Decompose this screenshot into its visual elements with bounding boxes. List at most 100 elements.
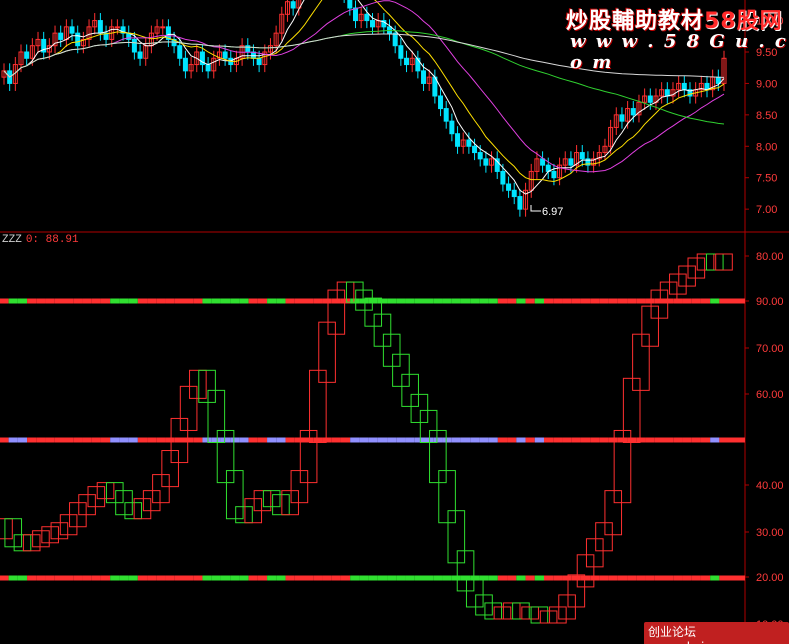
reference-line-60-segment: [377, 437, 388, 443]
reference-line-20-segment: [673, 575, 683, 581]
oscillator-step-box: [318, 321, 336, 383]
reference-line-20-segment: [627, 575, 637, 581]
reference-line-90-segment: [27, 298, 37, 304]
reference-line-60-segment: [562, 437, 572, 443]
oscillator-step-box: [253, 490, 272, 512]
reference-line-60-segment: [64, 437, 74, 443]
reference-line-60-segment: [470, 437, 480, 443]
candle-body: [69, 26, 75, 34]
oscillator-step-box: [530, 606, 549, 624]
oscillator-step-box: [678, 265, 696, 287]
reference-line-20-segment: [664, 575, 674, 581]
reference-line-20-segment: [147, 575, 157, 581]
oscillator-step-box: [13, 534, 32, 552]
reference-line-90-segment: [211, 298, 221, 304]
indicator-name: ZZZ: [2, 234, 22, 246]
osc-tick-label: 20.00: [756, 572, 784, 584]
reference-line-20-segment: [636, 575, 646, 581]
reference-line-60-segment: [147, 437, 157, 443]
reference-line-90-segment: [82, 298, 92, 304]
reference-line-20-segment: [257, 575, 268, 581]
reference-line-90-segment: [285, 298, 295, 304]
reference-line-20-segment: [322, 575, 332, 581]
reference-line-90-segment: [682, 298, 692, 304]
price-tick-label: 8.50: [756, 110, 777, 122]
oscillator-step-box: [87, 486, 106, 508]
reference-line-90-segment: [710, 298, 720, 304]
oscillator-step-box: [152, 474, 170, 504]
reference-line-60-segment: [294, 437, 304, 443]
reference-line-20-segment: [451, 575, 461, 581]
reference-line-20-segment: [54, 575, 64, 581]
low-label: 6.97: [542, 206, 563, 218]
reference-line-90-segment: [276, 298, 286, 304]
reference-line-60-segment: [304, 437, 314, 443]
reference-line-90-segment: [590, 298, 600, 304]
oscillator-step-box: [179, 385, 198, 431]
oscillator-step-box: [595, 522, 613, 552]
reference-line-90-segment: [174, 298, 184, 304]
reference-line-90-segment: [525, 298, 535, 304]
reference-line-60-segment: [488, 437, 498, 443]
reference-line-20-segment: [137, 575, 148, 581]
reference-line-20-segment: [442, 575, 452, 581]
price-tick-label: 7.50: [756, 173, 777, 185]
oscillator-step-box: [410, 393, 429, 423]
oscillator-step-box: [650, 289, 669, 319]
reference-line-60-segment: [0, 437, 9, 443]
reference-line-20-segment: [276, 575, 286, 581]
oscillator-step-box: [207, 389, 226, 444]
oscillator-step-box: [198, 369, 216, 403]
oscillator-step-box: [392, 353, 410, 387]
reference-line-60-segment: [682, 437, 692, 443]
oscillator-step-box: [705, 253, 724, 271]
reference-line-20-segment: [544, 575, 554, 581]
oscillator-step-box: [235, 506, 253, 524]
reference-line-90-segment: [673, 298, 683, 304]
reference-line-60-segment: [137, 437, 148, 443]
reference-line-20-segment: [590, 575, 600, 581]
reference-line-60-segment: [396, 437, 406, 443]
reference-line-90-segment: [460, 298, 471, 304]
oscillator-step-box: [133, 498, 152, 520]
candle-body: [647, 95, 653, 103]
reference-line-60-segment: [156, 437, 166, 443]
reference-line-20-segment: [719, 575, 745, 581]
oscillator-step-box: [465, 578, 484, 608]
oscillator-step-box: [687, 257, 706, 279]
reference-line-60-segment: [8, 437, 18, 443]
reference-line-90-segment: [488, 298, 498, 304]
reference-line-20-segment: [396, 575, 406, 581]
reference-line-60-segment: [553, 437, 563, 443]
reference-line-60-segment: [313, 437, 323, 443]
reference-line-60-segment: [534, 437, 544, 443]
reference-line-60-segment: [110, 437, 120, 443]
reference-line-60-segment: [73, 437, 83, 443]
reference-line-60-segment: [128, 437, 138, 443]
reference-line-90-segment: [54, 298, 64, 304]
reference-line-60-segment: [599, 437, 609, 443]
reference-line-90-segment: [414, 298, 424, 304]
reference-line-90-segment: [147, 298, 157, 304]
candle-body: [370, 20, 376, 28]
candle-body: [256, 57, 262, 66]
reference-line-20-segment: [460, 575, 471, 581]
reference-line-90-segment: [654, 298, 664, 304]
oscillator-step-box: [309, 369, 327, 444]
oscillator-step-box: [382, 333, 401, 367]
oscillator-step-box: [502, 602, 521, 620]
reference-line-60-segment: [627, 437, 637, 443]
reference-line-20-segment: [91, 575, 101, 581]
reference-line-90-segment: [627, 298, 637, 304]
reference-line-90-segment: [267, 298, 277, 304]
oscillator-step-box: [373, 313, 392, 347]
reference-line-90-segment: [350, 298, 360, 304]
reference-line-90-segment: [128, 298, 138, 304]
reference-line-60-segment: [82, 437, 92, 443]
oscillator-step-box: [622, 377, 641, 444]
reference-line-60-segment: [211, 437, 221, 443]
reference-line-60-segment: [700, 437, 711, 443]
reference-line-60-segment: [710, 437, 720, 443]
oscillator-step-box: [78, 494, 96, 516]
reference-line-20-segment: [184, 575, 194, 581]
